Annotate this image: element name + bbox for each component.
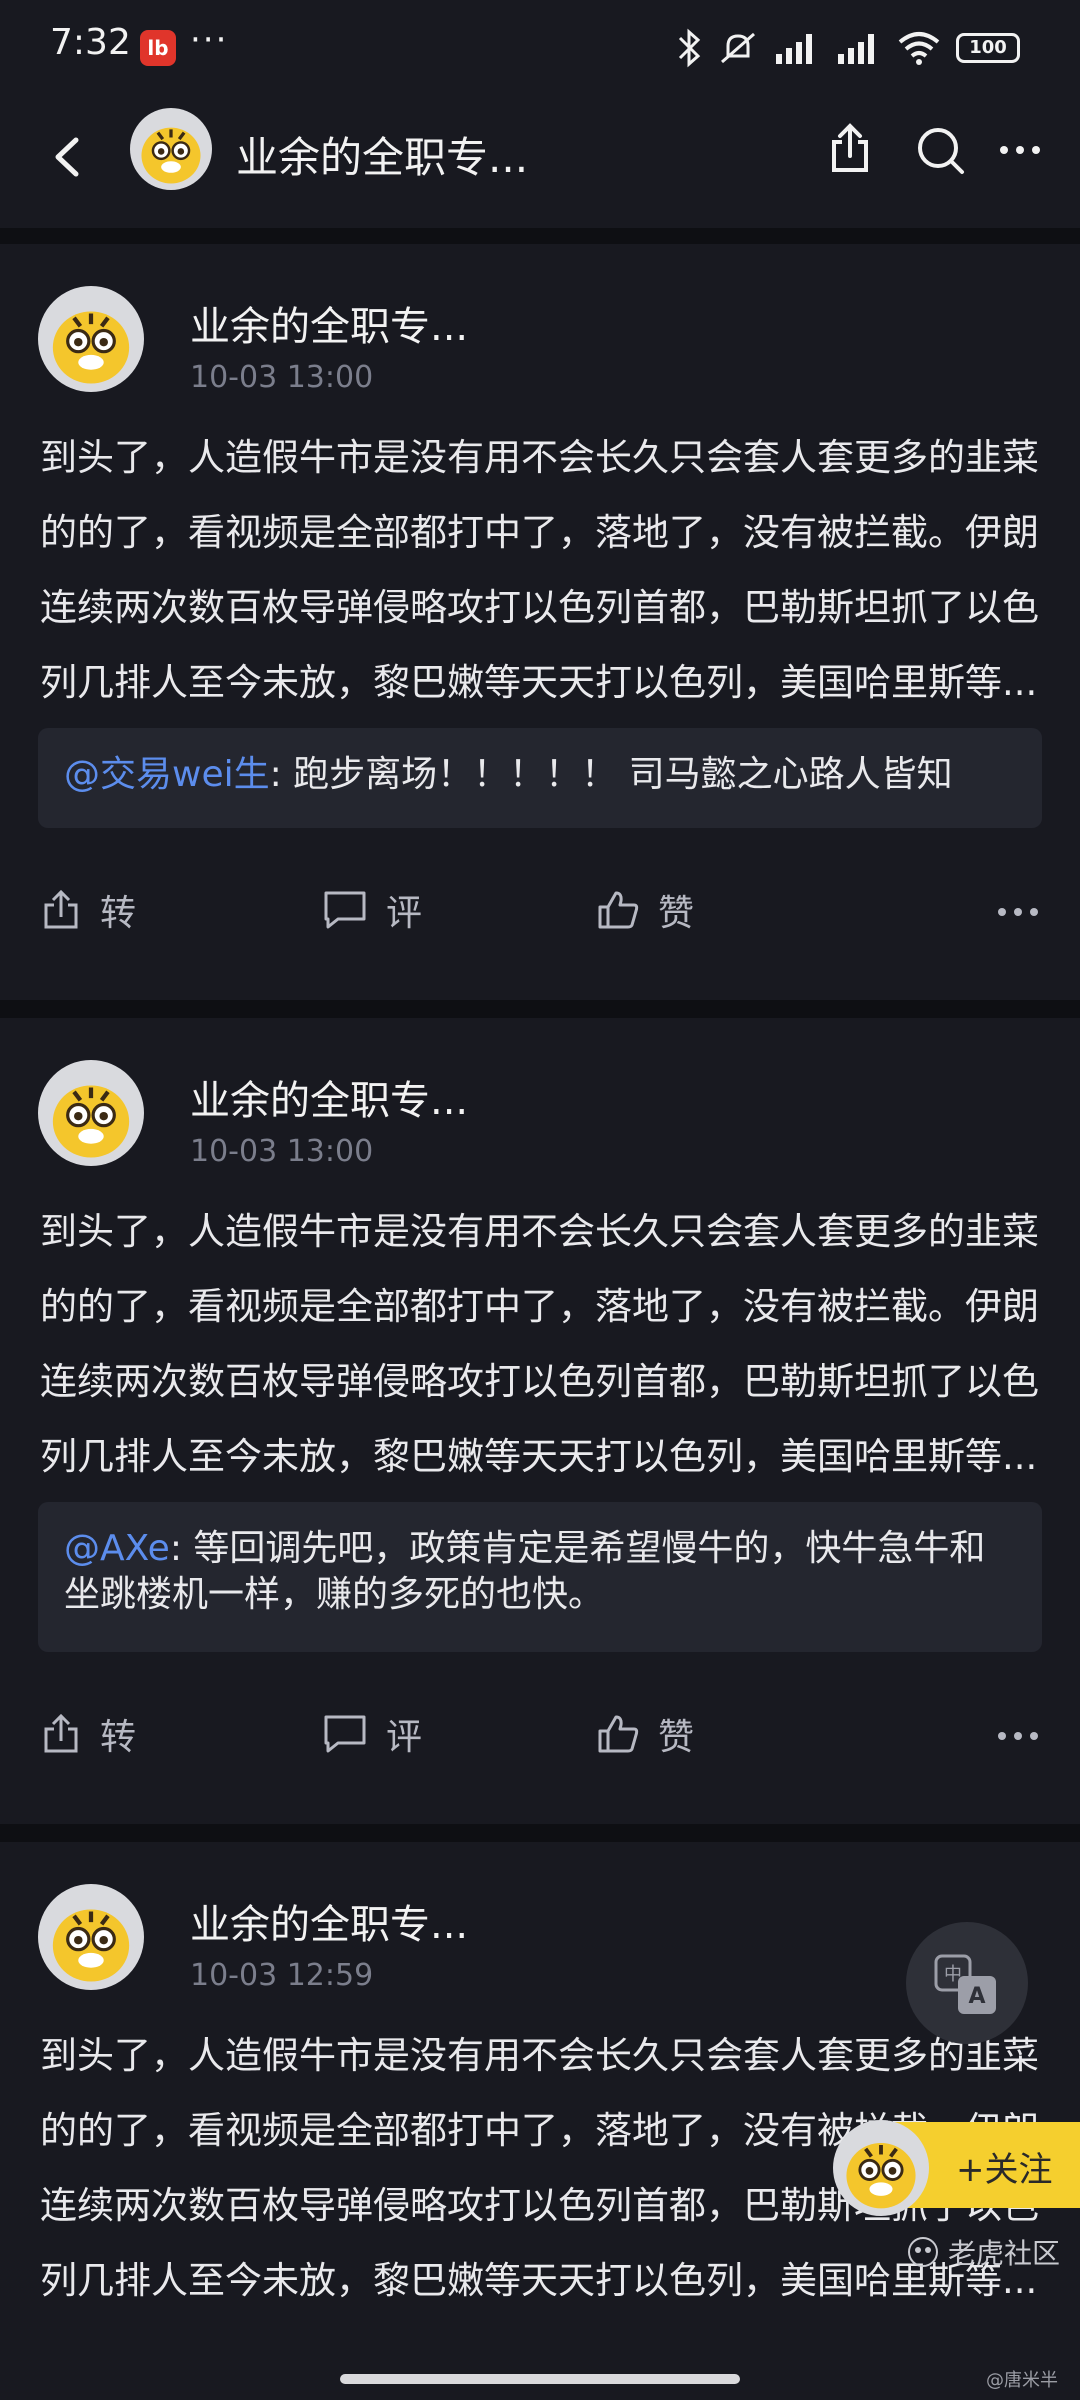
more-icon[interactable] [990, 120, 1050, 180]
comment-label: 评 [386, 893, 423, 934]
tiger-avatar[interactable] [130, 108, 212, 190]
repost-icon [44, 889, 78, 929]
post-body[interactable]: 到头了，人造假牛市是没有用不会长久只会套人套更多的韭菜的的了，看视频是全部都打中… [40, 420, 1050, 720]
repost-label: 转 [100, 893, 137, 934]
post-card[interactable]: 业余的全职专... 10-03 13:00 到头了，人造假牛市是没有用不会长久只… [0, 1018, 1080, 1824]
app-badge-icon: lb [140, 30, 176, 66]
like-button[interactable]: 赞 [596, 884, 694, 936]
back-icon[interactable] [34, 122, 104, 192]
post-author[interactable]: 业余的全职专... [190, 294, 468, 352]
home-indicator[interactable] [340, 2374, 740, 2384]
post-actions: 转 评 赞 [0, 884, 1080, 954]
search-icon[interactable] [910, 120, 970, 180]
quoted-reply[interactable]: @AXe: 等回调先吧，政策肯定是希望慢牛的，快牛急牛和坐跳楼机一样，赚的多死的… [38, 1502, 1042, 1652]
brand-name: 老虎社区 [948, 2237, 1061, 2270]
post-time: 10-03 12:59 [190, 1958, 374, 1993]
tiger-avatar[interactable] [833, 2120, 929, 2216]
post-body[interactable]: 到头了，人造假牛市是没有用不会长久只会套人套更多的韭菜的的了，看视频是全部都打中… [40, 1194, 1050, 1494]
like-icon [598, 891, 639, 929]
user-watermark: @唐米半 [986, 2370, 1058, 2391]
comment-icon [324, 1715, 366, 1753]
notification-dots: ··· [190, 20, 229, 60]
translate-icon: 中 A [934, 1954, 996, 2014]
status-bar: 7:32 lb ··· 100 [0, 0, 1080, 100]
signal-1-icon [776, 34, 812, 64]
tiger-logo-icon [908, 2237, 938, 2267]
like-icon [598, 1715, 639, 1753]
more-icon[interactable] [996, 902, 1040, 922]
quote-text: : 等回调先吧，政策肯定是希望慢牛的，快牛急牛和坐跳楼机一样，赚的多死的也快。 [64, 1528, 986, 1615]
repost-button[interactable]: 转 [40, 1708, 136, 1760]
bluetooth-icon [678, 28, 701, 68]
tiger-avatar[interactable] [38, 1884, 144, 1990]
post-time: 10-03 13:00 [190, 1134, 374, 1169]
user-mention[interactable]: @AXe [64, 1528, 170, 1569]
user-mention[interactable]: @交易wei生 [64, 754, 270, 795]
comment-label: 评 [386, 1717, 423, 1758]
repost-button[interactable]: 转 [40, 884, 136, 936]
like-label: 赞 [658, 893, 695, 934]
status-time: 7:32 [50, 22, 131, 63]
status-icons: 100 [674, 28, 1020, 68]
like-button[interactable]: 赞 [596, 1708, 694, 1760]
mute-icon [721, 32, 755, 64]
follow-label: +关注 [956, 2150, 1053, 2190]
quoted-reply[interactable]: @交易wei生: 跑步离场！！！！！ 司马懿之心路人皆知 [38, 728, 1042, 828]
post-author[interactable]: 业余的全职专... [190, 1892, 468, 1950]
battery-icon: 100 [956, 33, 1020, 63]
share-icon[interactable] [820, 120, 880, 180]
wifi-icon [898, 32, 940, 65]
comment-icon [324, 891, 366, 929]
translate-button[interactable]: 中 A [906, 1922, 1028, 2044]
tiger-avatar[interactable] [38, 1060, 144, 1166]
comment-button[interactable]: 评 [322, 1708, 422, 1760]
svg-text:A: A [968, 1984, 985, 2009]
post-card[interactable]: 业余的全职专... 10-03 13:00 到头了，人造假牛市是没有用不会长久只… [0, 244, 1080, 1000]
brand-watermark: 老虎社区 [906, 2232, 1060, 2272]
quote-text: : 跑步离场！！！！！ 司马懿之心路人皆知 [269, 754, 953, 795]
repost-label: 转 [100, 1717, 137, 1758]
page-title: 业余的全职专... [236, 133, 529, 182]
nav-header: 业余的全职专... [0, 100, 1080, 228]
post-author[interactable]: 业余的全职专... [190, 1068, 468, 1126]
post-time: 10-03 13:00 [190, 360, 374, 395]
signal-2-icon [838, 34, 874, 64]
more-icon[interactable] [996, 1726, 1040, 1746]
tiger-avatar[interactable] [38, 286, 144, 392]
repost-icon [44, 1713, 78, 1753]
comment-button[interactable]: 评 [322, 884, 422, 936]
like-label: 赞 [658, 1717, 695, 1758]
post-actions: 转 评 赞 [0, 1708, 1080, 1778]
